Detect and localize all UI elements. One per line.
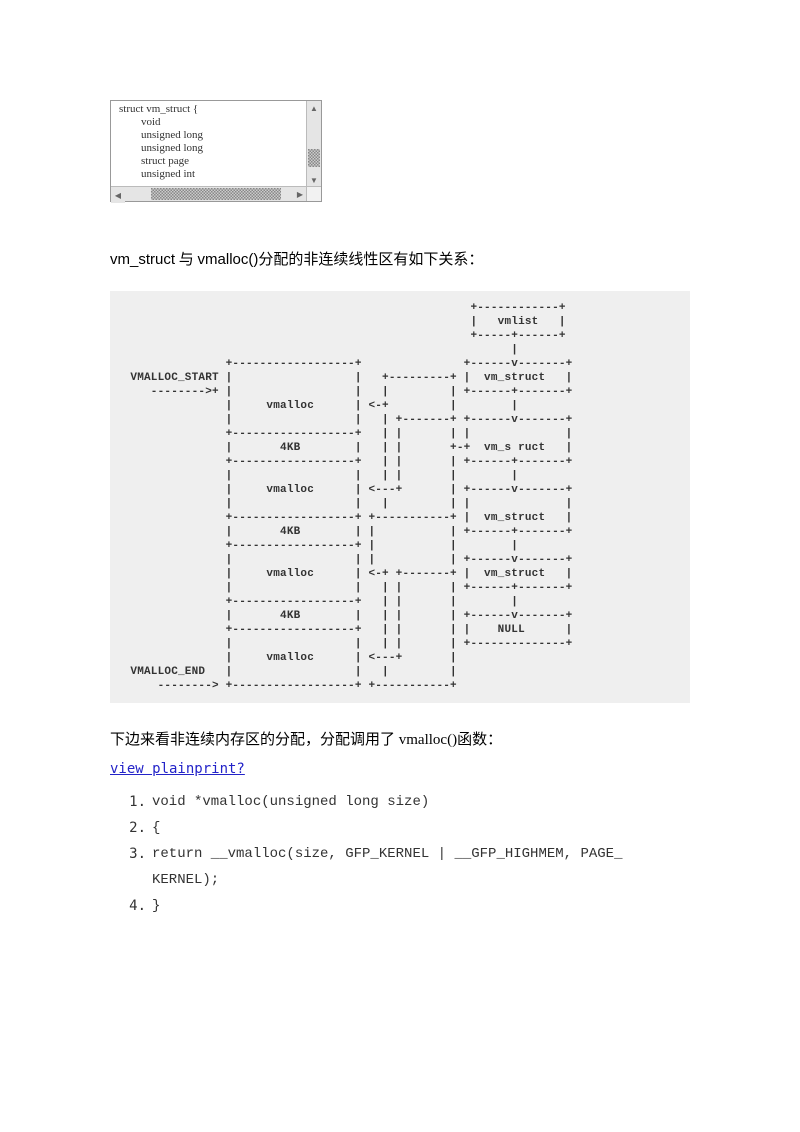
paragraph-1: vm_struct 与 vmalloc()分配的非连续线性区有如下关系： [110,247,700,273]
scroll-up-icon[interactable]: ▲ [307,101,321,115]
horizontal-scrollbar[interactable]: ◀ ▶ [111,186,307,201]
page-root: struct vm_struct { void unsigned long un… [0,0,800,979]
code-line: void [119,116,161,128]
term-vmalloc: vmalloc() [399,732,457,748]
code-line: struct page [119,155,189,167]
code-line: unsigned long [119,129,203,141]
struct-code-snippet: struct vm_struct { void unsigned long un… [111,101,307,187]
code-line: unsigned long [119,142,203,154]
code-line: unsigned int [119,168,195,180]
vscroll-thumb[interactable] [308,149,320,167]
line-number: 3. [120,841,152,867]
code-line-4: 4. } [120,893,700,919]
term-vmalloc: vmalloc() [198,251,259,268]
code-line-2: 2. { [120,815,700,841]
ascii-diagram: +------------+ | vmlist | +-----+------+ [110,301,690,693]
code-line-3-cont: KERNEL); [120,867,700,893]
hscroll-thumb[interactable] [151,188,281,200]
code-line: struct vm_struct { [119,103,198,115]
code-listing: 1. void *vmalloc(unsigned long size) 2. … [120,789,700,919]
code-text: void *vmalloc(unsigned long size) [152,789,700,815]
scroll-left-icon[interactable]: ◀ [111,189,125,203]
scrollbar-corner [306,186,321,201]
code-text: return __vmalloc(size, GFP_KERNEL | __GF… [152,841,700,867]
ascii-diagram-container: +------------+ | vmlist | +-----+------+ [110,291,690,703]
term-vm-struct: vm_struct [110,251,175,268]
view-plain-link[interactable]: view plainprint? [110,761,245,777]
view-plain-link-row: view plainprint? [110,761,700,777]
text: 分配的非连续线性区有如下关系： [258,252,483,268]
code-line-1: 1. void *vmalloc(unsigned long size) [120,789,700,815]
code-text: KERNEL); [152,867,700,893]
vertical-scrollbar[interactable]: ▲ ▼ [306,101,321,187]
line-number: 4. [120,893,152,919]
text: 下边来看非连续内存区的分配，分配调用了 [110,732,399,748]
scroll-right-icon[interactable]: ▶ [293,187,307,201]
text: 与 [175,252,198,268]
code-line-3: 3. return __vmalloc(size, GFP_KERNEL | _… [120,841,700,867]
scroll-down-icon[interactable]: ▼ [307,173,321,187]
line-number: 1. [120,789,152,815]
text: 函数： [457,732,502,748]
line-number: 2. [120,815,152,841]
paragraph-2: 下边来看非连续内存区的分配，分配调用了 vmalloc()函数： [110,727,700,753]
line-number [120,867,152,893]
code-text: { [152,815,700,841]
code-scroll-box: struct vm_struct { void unsigned long un… [110,100,322,202]
code-text: } [152,893,700,919]
